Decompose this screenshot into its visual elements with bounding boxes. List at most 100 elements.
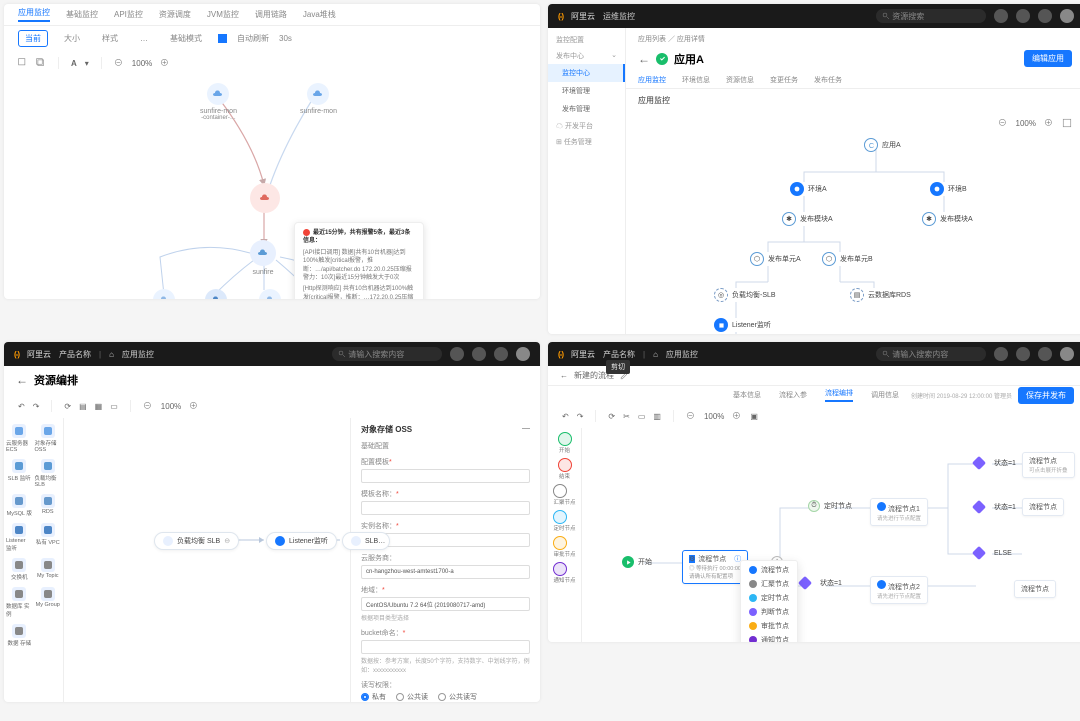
- region-select[interactable]: CentOS/Ubuntu 7.2 64位 (2019080717-amd): [361, 597, 530, 611]
- notif-icon[interactable]: [450, 347, 464, 361]
- topology-canvas[interactable]: sunfire-mon -container-… sunfire-mon sun…: [4, 75, 540, 299]
- avatar[interactable]: [1060, 347, 1074, 361]
- tree-root[interactable]: C应用A: [864, 138, 901, 152]
- process-node[interactable]: 流程节点: [1022, 498, 1064, 516]
- sidebar-section[interactable]: 发布中心⌄: [548, 48, 625, 64]
- bucket-input[interactable]: [361, 640, 530, 654]
- menu-item[interactable]: 审批节点: [741, 619, 797, 633]
- topo-node[interactable]: sunfire-mon: [146, 289, 183, 299]
- radio-public-rw[interactable]: 公共读写: [438, 692, 477, 702]
- sidebar-item-monitor-center[interactable]: 监控中心: [548, 64, 625, 82]
- zoom-in-icon[interactable]: [732, 411, 742, 421]
- refresh-icon[interactable]: ⟳: [608, 412, 615, 421]
- palette-item[interactable]: 数据库 实例: [6, 585, 33, 620]
- wtab-params[interactable]: 流程入参: [779, 390, 807, 400]
- palette-item[interactable]: RDS: [35, 492, 62, 519]
- provider-select[interactable]: cn-hangzhou-west-amtest1700-a: [361, 565, 530, 579]
- tree-unit[interactable]: ⬡发布单元B: [822, 252, 873, 266]
- select-icon[interactable]: [18, 58, 28, 68]
- redo-icon[interactable]: ↷: [33, 402, 40, 411]
- palette-item[interactable]: SLB 监听: [6, 457, 33, 490]
- topo-node[interactable]: sunfire: [250, 240, 276, 276]
- filter-size[interactable]: 大小: [58, 31, 86, 46]
- redo-icon[interactable]: ↷: [577, 412, 584, 421]
- palette-item[interactable]: 对象存储 OSS: [35, 422, 62, 455]
- palette-item[interactable]: 数据 存储: [6, 622, 33, 649]
- avatar[interactable]: [1060, 9, 1074, 23]
- dtab-env[interactable]: 环境信息: [682, 75, 710, 85]
- zoom-out-icon[interactable]: [114, 58, 124, 68]
- topo-node[interactable]: sunfire-mon: [300, 83, 337, 115]
- copy-icon[interactable]: [36, 58, 46, 68]
- context-menu[interactable]: 流程节点汇聚节点定时节点判断节点审批节点通知节点: [740, 560, 798, 642]
- dtab-monitor[interactable]: 应用监控: [638, 75, 666, 85]
- tab-api-monitor[interactable]: API监控: [114, 9, 143, 20]
- orch-canvas[interactable]: 负载均衡 SLB⊖ Listener监听 SLB…: [64, 418, 350, 702]
- palette-item[interactable]: 负载均衡 SLB: [35, 457, 62, 490]
- timer-node[interactable]: ⏱定时节点: [808, 500, 852, 512]
- back-icon[interactable]: ←: [638, 52, 650, 66]
- menu-item[interactable]: 判断节点: [741, 605, 797, 619]
- sidebar-item-env-manage[interactable]: 环境管理: [548, 82, 625, 100]
- config-tpl-input[interactable]: [361, 469, 530, 483]
- tab-resource[interactable]: 资源调度: [159, 9, 191, 20]
- wtab-orch[interactable]: 流程编排: [825, 388, 853, 402]
- node-slb2[interactable]: SLB…: [342, 532, 390, 550]
- app-tree-canvas[interactable]: C应用A 环境A 环境B ✱发布模块A ✱发布模块A ⬡发布单元A ⬡发布单元B…: [626, 134, 1080, 334]
- help-icon[interactable]: [472, 347, 486, 361]
- stencil-item[interactable]: 汇聚节点: [553, 484, 575, 506]
- sidebar-item-task[interactable]: ⊞ 任务管理: [548, 134, 625, 150]
- settings-icon[interactable]: [494, 347, 508, 361]
- radio-private[interactable]: 私有: [361, 692, 386, 702]
- help-icon[interactable]: [1016, 347, 1030, 361]
- save-icon[interactable]: ▤: [79, 402, 87, 411]
- dropdown-icon[interactable]: ▾: [85, 59, 89, 68]
- tree-listener[interactable]: Listener监听: [714, 318, 771, 332]
- zoom-out-icon[interactable]: [686, 411, 696, 421]
- cut-icon[interactable]: ✂: [623, 412, 630, 421]
- tpl-name-input[interactable]: [361, 501, 530, 515]
- settings-icon[interactable]: [1038, 9, 1052, 23]
- search-input[interactable]: 请输入搜索内容: [876, 347, 986, 361]
- undo-icon[interactable]: ↶: [18, 402, 25, 411]
- dtab-resource[interactable]: 资源信息: [726, 75, 754, 85]
- undo-icon[interactable]: ↶: [562, 412, 569, 421]
- copy-icon[interactable]: ▭: [638, 412, 646, 421]
- menu-item[interactable]: 通知节点: [741, 633, 797, 642]
- dtab-change[interactable]: 变更任务: [770, 75, 798, 85]
- palette-item[interactable]: MySQL 版: [6, 492, 33, 519]
- wtab-invoke[interactable]: 调用信息: [871, 390, 899, 400]
- grid-icon[interactable]: ▦: [95, 402, 103, 411]
- home-icon[interactable]: ⌂: [653, 350, 658, 359]
- condition-node[interactable]: 状态=1: [800, 578, 842, 588]
- stencil-item[interactable]: 定时节点: [553, 510, 575, 532]
- menu-item[interactable]: 定时节点: [741, 591, 797, 605]
- tab-trace[interactable]: 调用链路: [255, 9, 287, 20]
- topo-node-alert[interactable]: [250, 183, 280, 216]
- settings-icon[interactable]: [1038, 347, 1052, 361]
- back-icon[interactable]: ←: [16, 373, 28, 387]
- workflow-canvas[interactable]: 开始 ⚙流程节点 ⓘ ◎ 等待执行 00:00:00 请确认所有配置项 ⋔汇聚 …: [582, 428, 1080, 642]
- radio-public-read[interactable]: 公共读: [396, 692, 428, 702]
- back-icon[interactable]: ←: [560, 371, 568, 380]
- process-node[interactable]: 流程节点2请先进行节点配置: [870, 576, 928, 604]
- edit-app-button[interactable]: 编辑应用: [1024, 50, 1072, 67]
- notif-icon[interactable]: [994, 347, 1008, 361]
- stencil-item[interactable]: 开始: [558, 432, 572, 454]
- tree-rds[interactable]: ▤云数据库RDS: [850, 288, 911, 302]
- tree-pubgroup[interactable]: ✱发布模块A: [782, 212, 833, 226]
- topo-node[interactable]: sunfire-mon: [252, 289, 289, 299]
- auto-refresh-checkbox[interactable]: [218, 34, 227, 43]
- sidebar-item-dev[interactable]: ☁ 开发平台: [548, 118, 625, 134]
- avatar[interactable]: [516, 347, 530, 361]
- filter-current[interactable]: 当前: [18, 30, 48, 47]
- tree-env[interactable]: 环境A: [790, 182, 827, 196]
- process-node[interactable]: 流程节点1请先进行节点配置: [870, 498, 928, 526]
- palette-item[interactable]: My Group: [35, 585, 62, 620]
- dtab-publish[interactable]: 发布任务: [814, 75, 842, 85]
- zoom-in-icon[interactable]: [160, 58, 170, 68]
- font-icon[interactable]: A: [71, 59, 77, 68]
- stencil-item[interactable]: 结束: [558, 458, 572, 480]
- tab-jvm[interactable]: JVM监控: [207, 9, 239, 20]
- filter-style[interactable]: 样式: [96, 31, 124, 46]
